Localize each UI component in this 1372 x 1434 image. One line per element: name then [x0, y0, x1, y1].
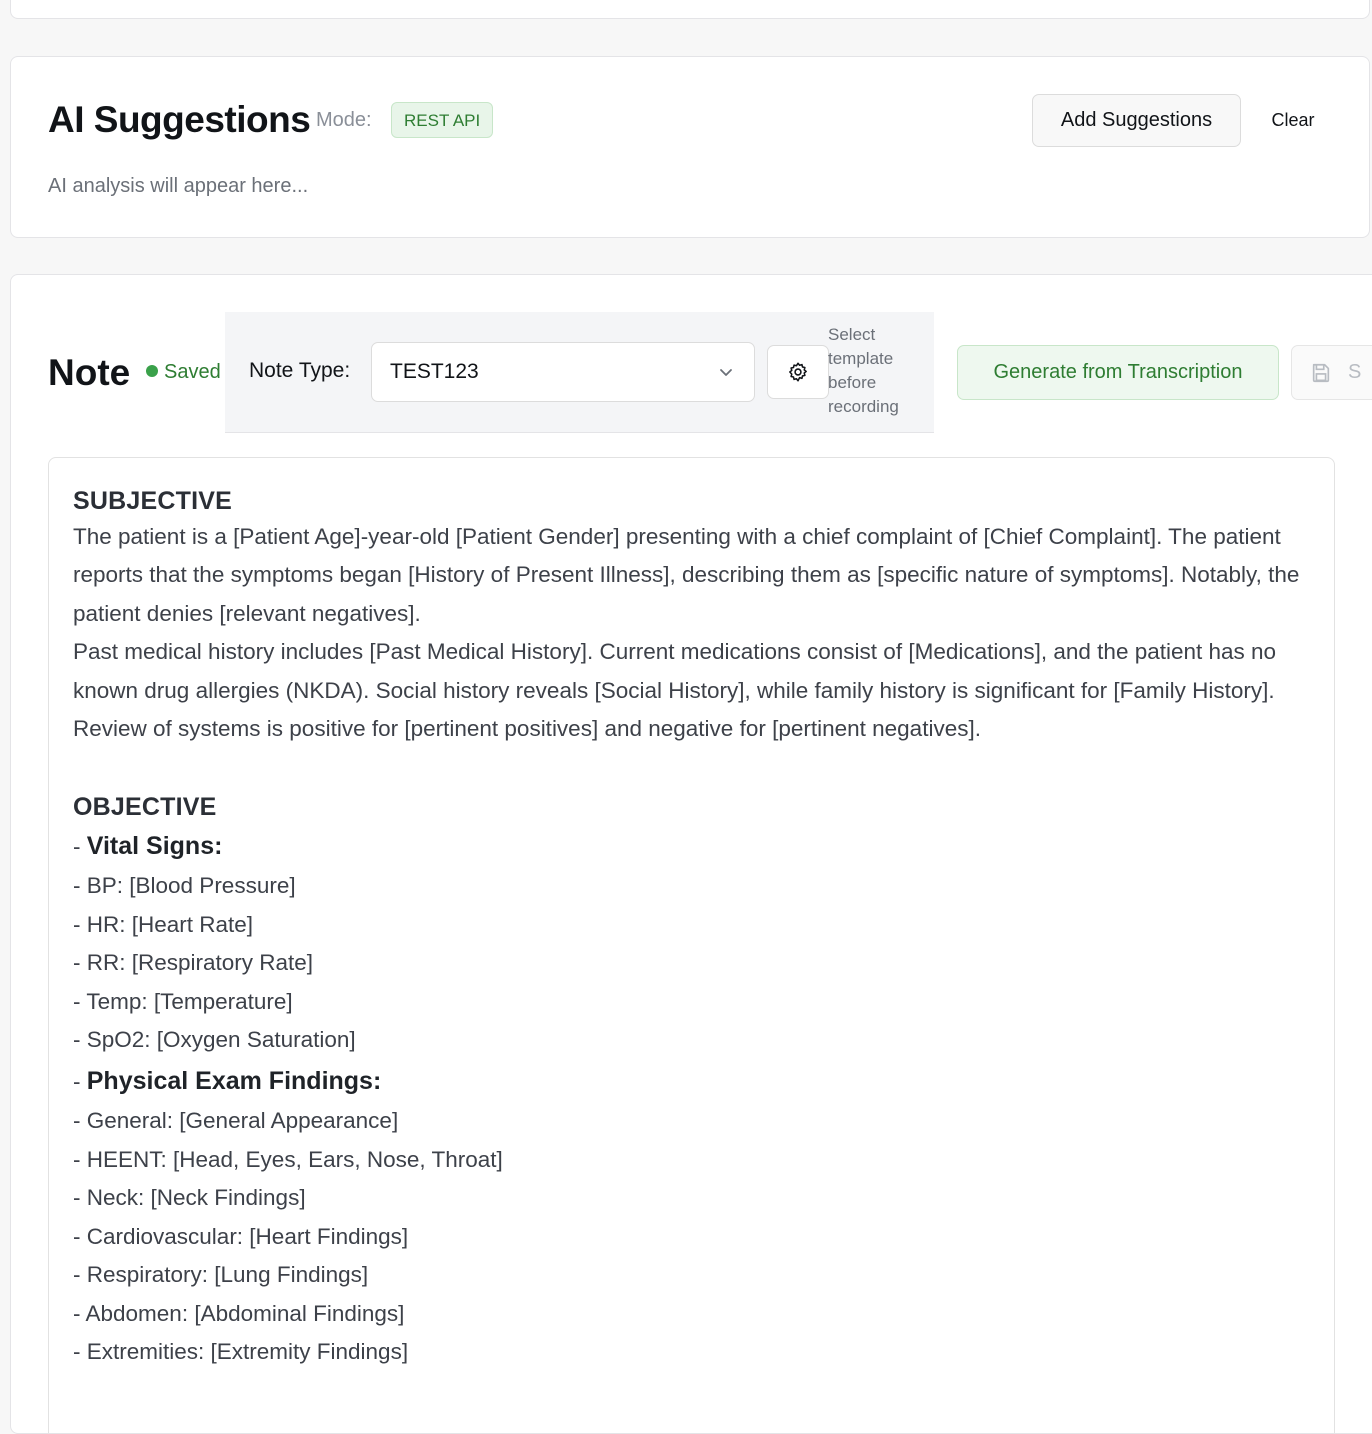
- note-type-value: TEST123: [390, 360, 479, 383]
- ai-suggestions-title: AI Suggestions: [48, 99, 311, 140]
- vital-sign-item: - BP: [Blood Pressure]: [73, 873, 296, 899]
- ai-analysis-placeholder: AI analysis will appear here...: [48, 175, 309, 197]
- chevron-down-icon: [720, 369, 732, 376]
- exam-finding-item: - Abdomen: [Abdominal Findings]: [73, 1300, 405, 1326]
- save-button-label: S: [1348, 361, 1362, 383]
- note-type-panel: Note Type: TEST123 Select template befor…: [225, 312, 934, 433]
- exam-finding-item: - Respiratory: [Lung Findings]: [73, 1262, 369, 1288]
- subjective-paragraph: The patient is a [Patient Age]-year-old …: [73, 524, 1300, 626]
- save-icon: [1312, 363, 1330, 383]
- mode-badge: REST API: [391, 102, 494, 138]
- template-settings-button[interactable]: [767, 345, 829, 399]
- status-dot-icon: [146, 365, 158, 377]
- vital-sign-item: - HR: [Heart Rate]: [73, 911, 254, 937]
- subjective-heading: SUBJECTIVE: [73, 487, 232, 515]
- template-hint: Select template before recording: [828, 325, 899, 416]
- list-dash: -: [73, 834, 87, 860]
- exam-finding-item: - Neck: [Neck Findings]: [73, 1185, 306, 1211]
- subjective-paragraph: Past medical history includes [Past Medi…: [73, 639, 1277, 703]
- list-dash: -: [73, 1069, 87, 1095]
- gear-icon: [789, 362, 807, 382]
- subjective-paragraph: Review of systems is positive for [perti…: [73, 716, 981, 742]
- vital-sign-item: - SpO2: [Oxygen Saturation]: [73, 1027, 356, 1053]
- exam-finding-item: - General: [General Appearance]: [73, 1108, 399, 1134]
- saved-status: Saved: [146, 361, 221, 384]
- note-editor[interactable]: SUBJECTIVE The patient is a [Patient Age…: [48, 457, 1335, 1433]
- note-title: Note: [48, 352, 131, 393]
- objective-heading: OBJECTIVE: [73, 793, 217, 822]
- exam-finding-item: - HEENT: [Head, Eyes, Ears, Nose, Throat…: [73, 1146, 503, 1172]
- physical-exam-label: Physical Exam Findings:: [86, 1067, 382, 1096]
- generate-from-transcription-button[interactable]: Generate from Transcription: [957, 345, 1279, 400]
- exam-finding-item: - Cardiovascular: [Heart Findings]: [73, 1223, 409, 1249]
- note-panel: Note Saved Note Type: TEST123 Select tem…: [10, 274, 1372, 1434]
- mode-label: Mode:: [316, 109, 372, 131]
- saved-status-label: Saved: [164, 361, 221, 383]
- previous-card: [10, 0, 1370, 19]
- vital-sign-item: - Temp: [Temperature]: [73, 988, 293, 1014]
- note-type-select[interactable]: TEST123: [371, 342, 755, 402]
- ai-suggestions-panel: AI Suggestions Mode: REST API Add Sugges…: [10, 56, 1370, 238]
- clear-button[interactable]: Clear: [1257, 94, 1329, 147]
- save-button[interactable]: S: [1291, 345, 1372, 400]
- vital-signs-heading: - Vital Signs:: [73, 826, 1310, 867]
- vital-signs-label: Vital Signs:: [86, 832, 223, 861]
- add-suggestions-button[interactable]: Add Suggestions: [1032, 94, 1241, 147]
- vital-sign-item: - RR: [Respiratory Rate]: [73, 950, 314, 976]
- physical-exam-heading: - Physical Exam Findings:: [73, 1061, 1310, 1102]
- exam-finding-item: - Extremities: [Extremity Findings]: [73, 1338, 409, 1364]
- note-type-label: Note Type:: [249, 359, 351, 382]
